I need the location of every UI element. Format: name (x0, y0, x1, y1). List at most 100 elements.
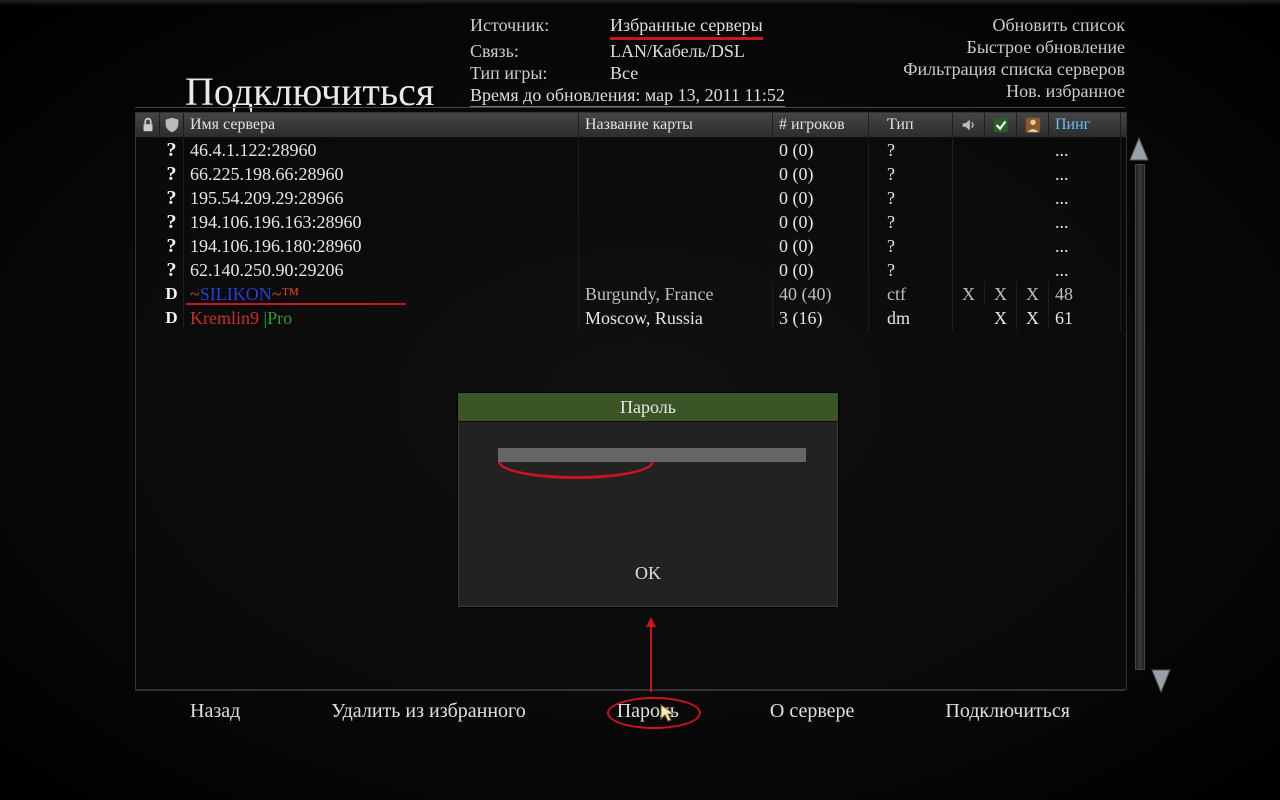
scroll-down-icon[interactable] (1150, 668, 1172, 694)
source-row[interactable]: Источник: Избранные серверы (470, 14, 785, 40)
new-favorite-button[interactable]: Нов. избранное (903, 80, 1125, 102)
cell: Burgundy, France (579, 281, 773, 307)
cell: 61 (1049, 305, 1121, 331)
update-time: Время до обновления: мар 13, 2011 11:52 (470, 84, 785, 107)
cell: 195.54.209.29:28966 (184, 185, 579, 211)
scroll-up-icon[interactable] (1128, 136, 1150, 162)
cell: ? (869, 257, 953, 283)
cell: ? (869, 137, 953, 163)
ok-button[interactable]: OK (458, 563, 838, 584)
cell: ctf (869, 281, 953, 307)
source-label: Источник: (470, 14, 600, 36)
cell: 0 (0) (773, 257, 869, 283)
table-row[interactable]: ?46.4.1.122:289600 (0)?... (136, 138, 1126, 162)
scrollbar[interactable] (1128, 136, 1150, 694)
password-button[interactable]: Пароль (617, 700, 679, 723)
scroll-track[interactable] (1135, 164, 1145, 670)
annotation-underline (498, 462, 654, 479)
gametype-row[interactable]: Тип игры: Все (470, 62, 785, 84)
table-row[interactable]: ?62.140.250.90:292060 (0)?... (136, 258, 1126, 282)
column-punkbuster-icon[interactable] (985, 113, 1017, 137)
cell: ? (869, 209, 953, 235)
column-password-icon[interactable] (136, 113, 160, 137)
cell: ... (1049, 233, 1121, 259)
quick-refresh-button[interactable]: Быстрое обновление (903, 36, 1125, 58)
table-body: ? 46.4.1.122:28960 0 (0)?...? 66.225.198.66… (136, 138, 1126, 330)
cell: 0 (0) (773, 185, 869, 211)
cell: ... (1049, 185, 1121, 211)
cell: ? (160, 234, 184, 258)
cell (579, 245, 773, 247)
shield-icon (163, 116, 181, 134)
cell: X (985, 306, 1017, 330)
cell: ? (160, 258, 184, 282)
question-icon: ? (167, 210, 177, 234)
cell (579, 149, 773, 151)
cell: 194.106.196.163:28960 (184, 209, 579, 235)
letter-d-icon: D (165, 282, 177, 306)
column-map[interactable]: Название карты (579, 113, 773, 137)
table-row[interactable]: ?66.225.198.66:289600 (0)?... (136, 162, 1126, 186)
cell: Moscow, Russia (579, 305, 773, 331)
back-button[interactable]: Назад (190, 700, 240, 723)
cell: 0 (0) (773, 209, 869, 235)
column-pure-icon[interactable] (160, 113, 184, 137)
column-type[interactable]: Тип (869, 113, 953, 137)
cell: X (985, 282, 1017, 306)
column-voice-icon[interactable] (953, 113, 985, 137)
connect-button[interactable]: Подключиться (945, 700, 1070, 723)
cell: 0 (0) (773, 233, 869, 259)
filter-info: Источник: Избранные серверы Связь: LAN/К… (470, 14, 785, 107)
column-name[interactable]: Имя сервера (184, 113, 579, 137)
cell: 3 (16) (773, 305, 869, 331)
cell (579, 197, 773, 199)
cell: X (1017, 282, 1049, 306)
source-value[interactable]: Избранные серверы (610, 14, 763, 40)
connection-label: Связь: (470, 40, 600, 62)
update-time-row: Время до обновления: мар 13, 2011 11:52 (470, 84, 785, 107)
column-players[interactable]: # игроков (773, 113, 869, 137)
column-friendlyfire-icon[interactable] (1017, 113, 1049, 137)
footer-menu: Назад Удалить из избранного Пароль О сер… (135, 700, 1125, 723)
connection-row[interactable]: Связь: LAN/Кабель/DSL (470, 40, 785, 62)
cell: ? (160, 138, 184, 162)
column-ping[interactable]: Пинг (1049, 113, 1121, 137)
question-icon: ? (167, 138, 177, 162)
speaker-icon (960, 116, 978, 134)
cell: 46.4.1.122:28960 (184, 137, 579, 163)
filter-servers-button[interactable]: Фильтрация списка серверов (903, 58, 1125, 80)
cell: ? (160, 162, 184, 186)
delete-favorite-button[interactable]: Удалить из избранного (331, 700, 526, 723)
cell: 40 (40) (773, 281, 869, 307)
gametype-value[interactable]: Все (610, 62, 638, 84)
cell: 62.140.250.90:29206 (184, 257, 579, 283)
cell: ? (869, 161, 953, 187)
dialog-title: Пароль (458, 393, 838, 422)
connection-value[interactable]: LAN/Кабель/DSL (610, 40, 745, 62)
lock-icon (139, 116, 157, 134)
cell: ~SILIKON~™ (184, 281, 579, 307)
cell: ? (869, 233, 953, 259)
table-row[interactable]: ? 194.106.196.163:28960 0 (0)?... (136, 210, 1126, 234)
cell: D (160, 306, 184, 330)
cell: 66.225.198.66:28960 (184, 161, 579, 187)
cell: 0 (0) (773, 161, 869, 187)
actions-menu: Обновить список Быстрое обновление Фильт… (903, 14, 1125, 102)
refresh-list-button[interactable]: Обновить список (903, 14, 1125, 36)
table-row[interactable]: ?194.106.196.180:289600 (0)?... (136, 234, 1126, 258)
cell: 48 (1049, 281, 1121, 307)
about-server-button[interactable]: О сервере (770, 700, 855, 723)
cell: ... (1049, 209, 1121, 235)
table-row[interactable]: ?195.54.209.29:289660 (0)?... (136, 186, 1126, 210)
question-icon: ? (167, 162, 177, 186)
annotation-arrow (650, 620, 652, 692)
cell: dm (869, 305, 953, 331)
password-input[interactable] (498, 448, 806, 462)
cell: X (1017, 306, 1049, 330)
table-row[interactable]: D~SILIKON~™Burgundy, France40 (40)ctfXXX… (136, 282, 1126, 306)
letter-d-icon: D (165, 306, 177, 330)
cell: ? (160, 210, 184, 234)
question-icon: ? (167, 258, 177, 282)
cell: 194.106.196.180:28960 (184, 233, 579, 259)
table-row[interactable]: DKremlin9 |ProMoscow, Russia3 (16)dmXX61 (136, 306, 1126, 330)
